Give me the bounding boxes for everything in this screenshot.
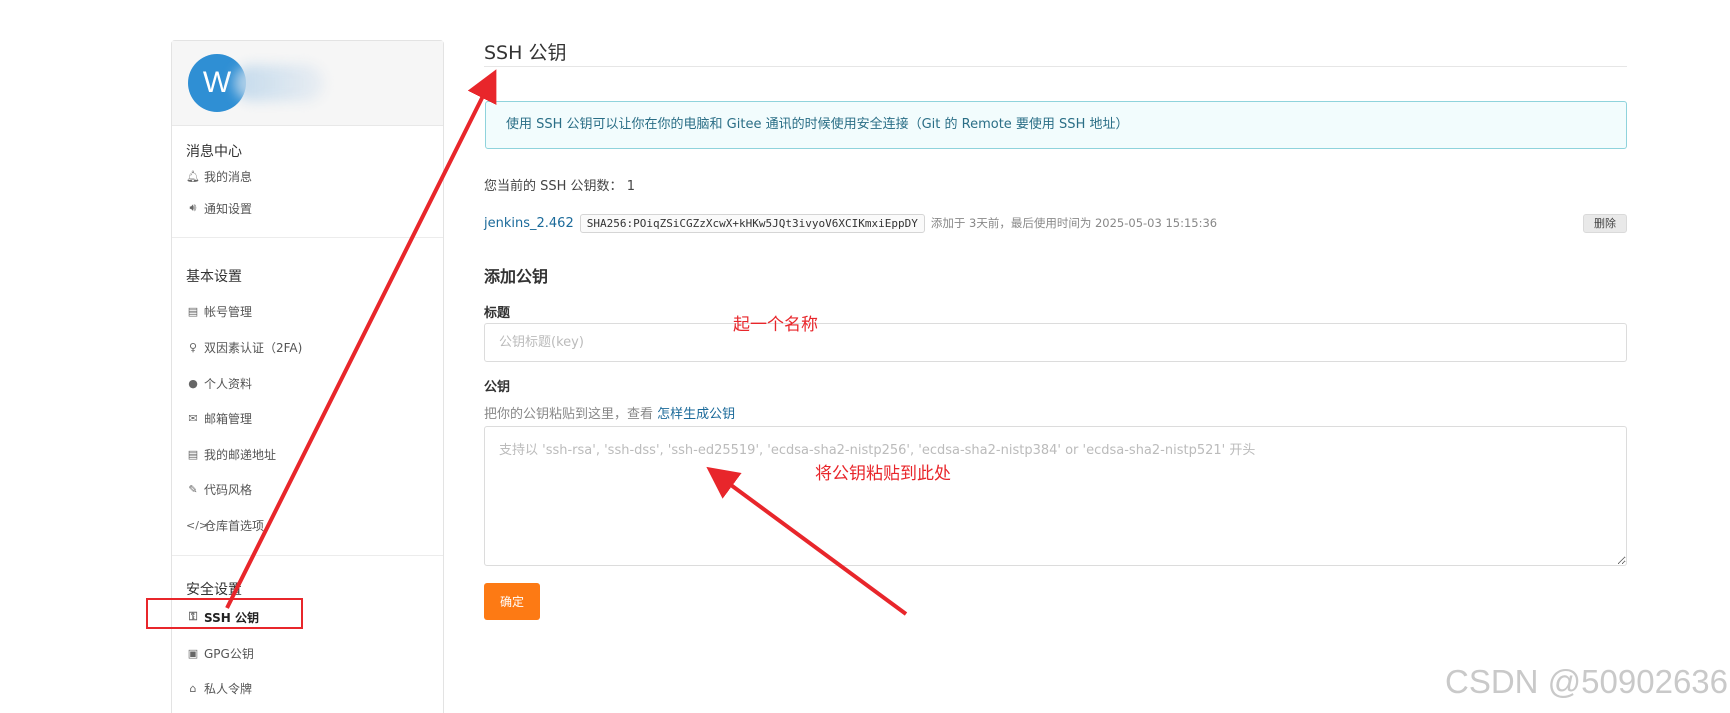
delete-key-button[interactable]: 删除	[1583, 214, 1627, 233]
brush-icon: ✎	[188, 482, 198, 496]
profile-header: W	[172, 41, 443, 126]
key-field-hint: 把你的公钥粘贴到这里，查看 怎样生成公钥	[484, 403, 735, 422]
annotation-paste-note: 将公钥粘贴到此处	[815, 464, 951, 484]
highlight-box	[146, 598, 303, 629]
lock-icon: ▣	[187, 646, 199, 660]
address-card-icon: ▤	[187, 447, 199, 461]
user-key-icon: ♀	[188, 340, 198, 354]
sidebar-item-label: 双因素认证（2FA)	[204, 340, 303, 355]
sidebar-item-repo-preferences[interactable]: </> 仓库首选项	[186, 514, 264, 536]
key-fingerprint: SHA256:POiqZSiCGZzXcwX+kHKw5JQt3ivyoV6XC…	[579, 213, 925, 233]
sidebar-item-label: 帐号管理	[204, 304, 253, 319]
title-divider	[484, 66, 1627, 67]
id-card-icon: ▤	[187, 304, 199, 318]
divider	[172, 237, 443, 238]
sidebar-item-label: GPG公钥	[204, 646, 254, 661]
ssh-key-row: jenkins_2.462 SHA256:POiqZSiCGZzXcwX+kHK…	[484, 212, 1627, 234]
key-count-label: 您当前的 SSH 公钥数：	[484, 179, 623, 194]
sidebar-item-label: 通知设置	[204, 201, 253, 216]
sidebar-item-code-style[interactable]: ✎ 代码风格	[186, 478, 252, 500]
how-to-generate-key-link[interactable]: 怎样生成公钥	[657, 407, 735, 422]
sidebar-item-label: 仓库首选项	[204, 518, 265, 533]
sidebar-item-label: 代码风格	[204, 482, 253, 497]
token-icon: ⌂	[189, 681, 197, 695]
sidebar-item-gpg-keys[interactable]: ▣ GPG公钥	[186, 642, 254, 664]
hint-text: 把你的公钥粘贴到这里，查看	[484, 407, 654, 422]
speaker-icon: 🔊︎	[189, 201, 197, 214]
sidebar-item-label: 邮箱管理	[204, 411, 253, 426]
sidebar-item-personal-tokens[interactable]: ⌂ 私人令牌	[186, 677, 253, 699]
key-title-input[interactable]	[484, 323, 1627, 362]
add-key-heading: 添加公钥	[484, 267, 549, 286]
watermark: CSDN @50902636	[1445, 663, 1728, 700]
blurred-username	[234, 65, 324, 101]
sidebar-item-mailing-address[interactable]: ▤ 我的邮递地址	[186, 443, 276, 465]
group-title-messages: 消息中心	[186, 144, 242, 160]
confirm-button[interactable]: 确定	[484, 583, 540, 620]
group-title-security: 安全设置	[186, 582, 242, 598]
key-name-link[interactable]: jenkins_2.462	[484, 216, 574, 231]
group-title-basic: 基本设置	[186, 269, 242, 285]
sidebar-item-notification-settings[interactable]: 🔊︎ 通知设置	[186, 197, 252, 219]
divider	[172, 555, 443, 556]
key-field-label: 公钥	[484, 380, 511, 395]
sidebar-item-profile[interactable]: ● 个人资料	[186, 372, 252, 394]
page-title: SSH 公钥	[484, 42, 567, 64]
info-message: 使用 SSH 公钥可以让你在你的电脑和 Gitee 通讯的时候使用安全连接（Gi…	[485, 101, 1627, 149]
sidebar-item-label: 我的邮递地址	[204, 447, 277, 462]
bell-icon: 🔔︎	[186, 169, 200, 183]
sidebar-item-my-messages[interactable]: 🔔︎ 我的消息	[186, 165, 252, 187]
key-count: 您当前的 SSH 公钥数： 1	[484, 175, 635, 194]
sidebar-item-label: 私人令牌	[204, 681, 253, 696]
sidebar-item-2fa[interactable]: ♀ 双因素认证（2FA)	[186, 336, 302, 358]
key-count-value: 1	[626, 179, 635, 194]
annotation-name-note: 起一个名称	[733, 315, 818, 335]
mail-icon: ✉	[188, 411, 198, 425]
key-meta: 添加于 3天前，最后使用时间为 2025-05-03 15:15:36	[930, 216, 1218, 230]
sidebar-item-label: 个人资料	[204, 376, 253, 391]
public-key-textarea[interactable]	[484, 426, 1627, 566]
title-field-label: 标题	[484, 306, 511, 321]
sidebar-item-account[interactable]: ▤ 帐号管理	[186, 300, 252, 322]
user-icon: ●	[188, 376, 198, 390]
code-icon: </>	[186, 518, 209, 532]
sidebar-item-label: 我的消息	[204, 169, 253, 184]
sidebar-item-email[interactable]: ✉ 邮箱管理	[186, 407, 252, 429]
